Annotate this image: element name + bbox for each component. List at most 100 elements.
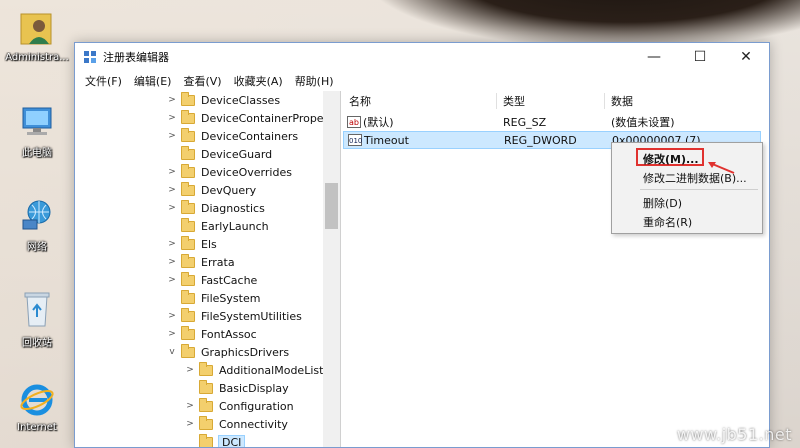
tree-item[interactable]: DeviceGuard (75, 145, 272, 163)
context-menu-modify[interactable]: 修改(M)... (643, 151, 699, 167)
window-title: 注册表编辑器 (103, 51, 169, 64)
value-row-default[interactable]: ab (默认) REG_SZ (数值未设置) (343, 113, 761, 131)
tree-item-label: FastCache (201, 273, 258, 287)
tree-item[interactable]: > DeviceClasses (75, 91, 280, 109)
folder-icon (199, 361, 213, 376)
expand-icon[interactable]: > (167, 329, 177, 339)
menu-bar: 文件(F) 编辑(E) 查看(V) 收藏夹(A) 帮助(H) (75, 71, 769, 91)
context-menu-separator (640, 189, 758, 190)
desktop-icon-label: 此电脑 (22, 148, 52, 159)
expand-icon[interactable]: > (167, 167, 177, 177)
desktop-icon-label: 网络 (27, 242, 47, 253)
desktop-icon-internet-explorer[interactable]: Internet (4, 382, 70, 433)
tree-item[interactable]: > FontAssoc (75, 325, 257, 343)
menu-file[interactable]: 文件(F) (79, 73, 128, 89)
minimize-button[interactable]: — (631, 43, 677, 71)
tree-scrollbar-thumb[interactable] (325, 183, 338, 229)
menu-view[interactable]: 查看(V) (177, 73, 227, 89)
tree-item[interactable]: > Diagnostics (75, 199, 265, 217)
expand-icon[interactable]: > (167, 185, 177, 195)
tree-item-label: Diagnostics (201, 201, 265, 215)
tree-item[interactable]: FileSystem (75, 289, 260, 307)
user-folder-icon (20, 13, 52, 45)
folder-icon (199, 397, 213, 412)
values-header: 名称 类型 数据 (341, 91, 769, 111)
tree-scrollbar[interactable] (323, 91, 340, 447)
expand-icon[interactable]: > (167, 131, 177, 141)
column-header-type[interactable]: 类型 (503, 93, 525, 109)
tree-item-label: Errata (201, 255, 235, 269)
desktop-icon-this-pc[interactable]: 此电脑 (4, 104, 70, 159)
expand-icon[interactable]: > (185, 365, 195, 375)
folder-icon (181, 145, 195, 160)
tree-item[interactable]: BasicDisplay (75, 379, 289, 397)
menu-favorites[interactable]: 收藏夹(A) (228, 73, 289, 89)
tree-item-label: DeviceOverrides (201, 165, 292, 179)
folder-icon (181, 163, 195, 178)
desktop-icon-administrator[interactable]: Administra... (4, 8, 70, 63)
column-header-data[interactable]: 数据 (611, 93, 633, 109)
context-menu-delete[interactable]: 删除(D) (643, 195, 682, 211)
internet-explorer-icon (20, 384, 54, 416)
folder-icon (181, 253, 195, 268)
tree-item[interactable]: > DevQuery (75, 181, 256, 199)
recycle-bin-icon (24, 292, 50, 327)
tree-item[interactable]: > DeviceContainers (75, 127, 298, 145)
key-tree-pane[interactable]: > DeviceClasses > DeviceContainerPropert > De… (75, 91, 341, 447)
tree-item[interactable]: > AdditionalModeLists (75, 361, 329, 379)
collapse-icon[interactable]: v (167, 347, 177, 357)
column-header-name[interactable]: 名称 (349, 93, 371, 109)
tree-item[interactable]: v GraphicsDrivers (75, 343, 289, 361)
tree-item[interactable]: > DeviceOverrides (75, 163, 292, 181)
expand-icon[interactable]: > (167, 239, 177, 249)
menu-help[interactable]: 帮助(H) (289, 73, 340, 89)
folder-icon (181, 127, 195, 142)
tree-item[interactable]: > Connectivity (75, 415, 288, 433)
desktop-icon-recycle-bin[interactable]: 回收站 (4, 290, 70, 349)
value-name: Timeout (364, 133, 409, 147)
folder-icon (181, 181, 195, 196)
desktop-icon-network[interactable]: 网络 (4, 198, 70, 253)
tree-item-label: DeviceContainerPropert (201, 111, 333, 125)
desktop-icon-label: Internet (17, 422, 57, 433)
expand-icon[interactable]: > (185, 401, 195, 411)
expand-icon[interactable]: > (167, 311, 177, 321)
tree-item[interactable]: > Configuration (75, 397, 294, 415)
desktop-icon-label: 回收站 (22, 338, 52, 349)
tree-item-label: AdditionalModeLists (219, 363, 330, 377)
tree-item-label: Configuration (219, 399, 294, 413)
tree-item-label: EarlyLaunch (201, 219, 269, 233)
tree-item-label: DeviceGuard (201, 147, 273, 161)
expand-icon[interactable]: > (167, 113, 177, 123)
column-divider[interactable] (496, 93, 497, 109)
red-arrow-annotation (708, 162, 735, 174)
column-divider[interactable] (604, 93, 605, 109)
expand-icon[interactable]: > (167, 203, 177, 213)
tree-item[interactable]: DCI (75, 433, 246, 447)
desktop-icon-label: Administra... (5, 52, 69, 63)
expand-icon[interactable]: > (185, 419, 195, 429)
expand-icon[interactable]: > (167, 95, 177, 105)
title-bar[interactable]: 注册表编辑器 — ☐ ✕ (75, 43, 769, 71)
value-name: (默认) (363, 116, 394, 129)
tree-item-label: BasicDisplay (219, 381, 289, 395)
tree-item[interactable]: > Els (75, 235, 217, 253)
tree-item[interactable]: > DeviceContainerPropert (75, 109, 332, 127)
menu-edit[interactable]: 编辑(E) (128, 73, 178, 89)
context-menu-rename[interactable]: 重命名(R) (643, 214, 692, 230)
tree-item[interactable]: > FileSystemUtilities (75, 307, 302, 325)
folder-icon (181, 235, 195, 250)
folder-icon (181, 217, 195, 232)
maximize-button[interactable]: ☐ (677, 43, 723, 71)
tree-item[interactable]: EarlyLaunch (75, 217, 269, 235)
expand-icon[interactable]: > (167, 257, 177, 267)
folder-icon (181, 343, 195, 358)
tree-item-label: FontAssoc (201, 327, 257, 341)
watermark-text: www.jb51.net (676, 425, 792, 444)
tree-item[interactable]: > FastCache (75, 271, 257, 289)
close-button[interactable]: ✕ (723, 43, 769, 71)
network-icon (22, 200, 51, 230)
folder-icon (181, 91, 195, 106)
expand-icon[interactable]: > (167, 275, 177, 285)
tree-item[interactable]: > Errata (75, 253, 235, 271)
